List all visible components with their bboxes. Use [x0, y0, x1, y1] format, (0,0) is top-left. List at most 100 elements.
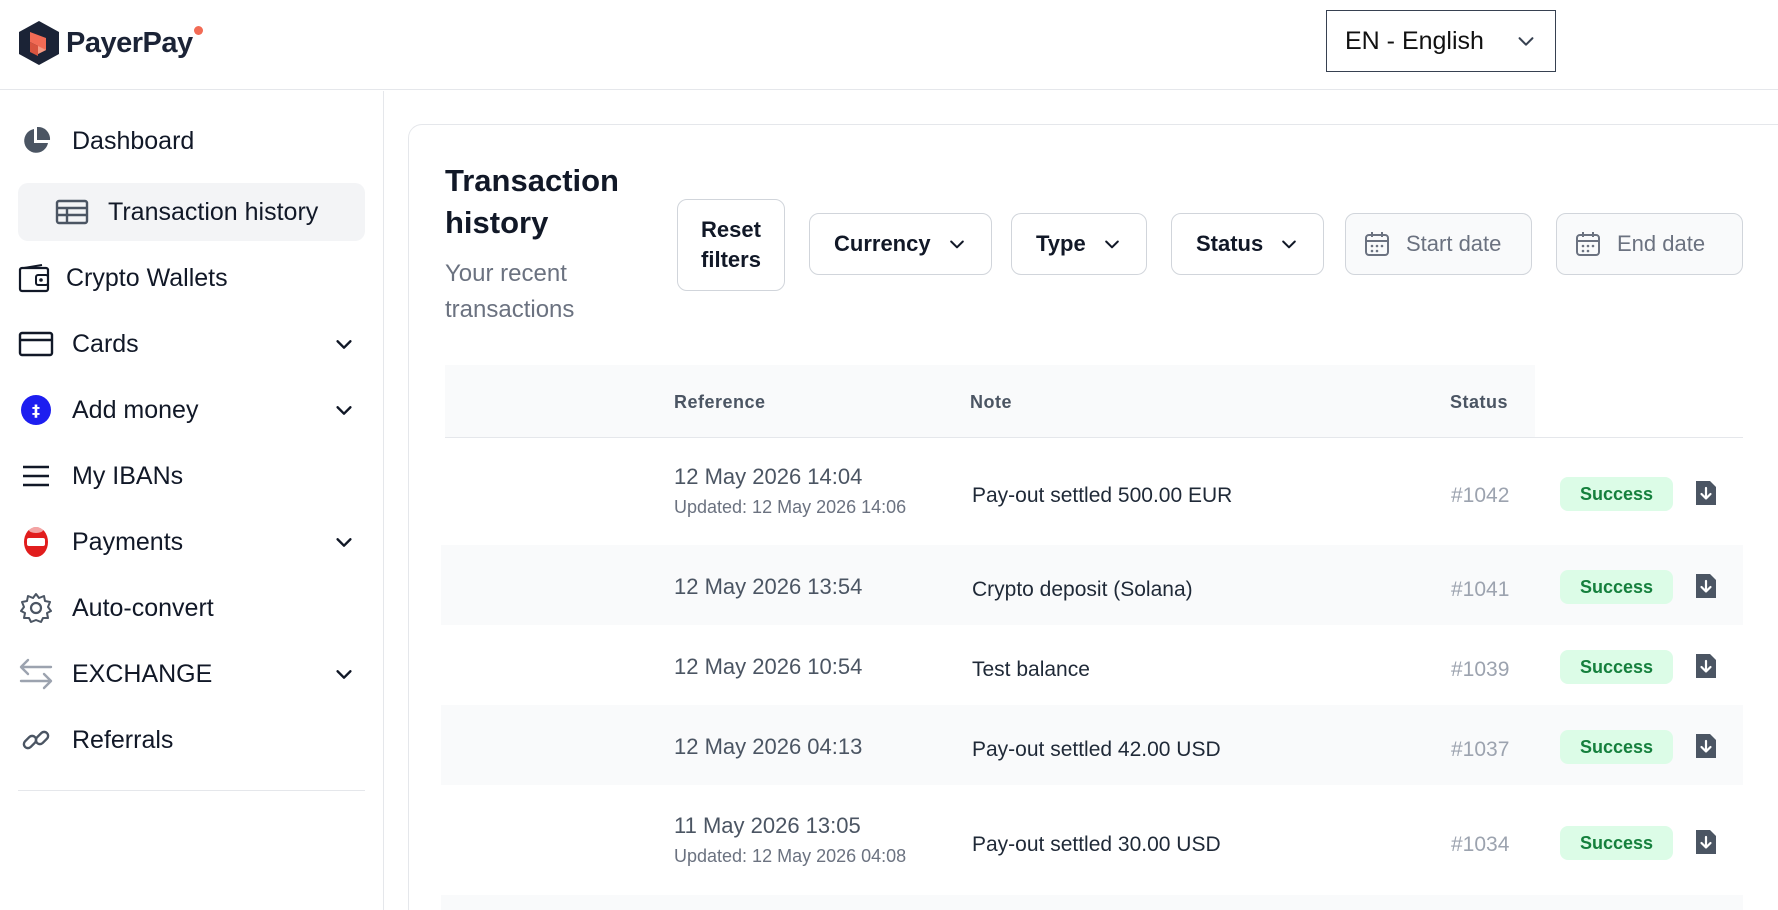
table-row[interactable]: 12 May 2026 13:54 Crypto deposit (Solana…	[441, 545, 1743, 625]
link-icon	[18, 722, 54, 758]
sidebar-item-payments[interactable]: Payments	[18, 513, 365, 571]
transaction-note: Pay-out settled 30.00 USD	[972, 833, 1221, 856]
download-icon[interactable]	[1694, 573, 1718, 599]
table-row[interactable]: 11 May 2026 13:05 Updated: 12 May 2026 0…	[441, 785, 1743, 895]
table-header-divider	[445, 437, 1743, 438]
sidebar-item-cards[interactable]: Cards	[18, 315, 365, 373]
sidebar-item-auto-convert[interactable]: Auto-convert	[18, 579, 365, 637]
language-select-value: EN - English	[1345, 26, 1484, 55]
chevron-down-icon	[1282, 240, 1297, 249]
chevron-down-icon[interactable]	[333, 399, 355, 421]
add-money-icon: ‡	[18, 392, 54, 428]
currency-filter-dropdown[interactable]: Currency	[809, 213, 992, 275]
brand-logo[interactable]: PayerPay	[18, 20, 203, 66]
chevron-down-icon[interactable]	[333, 663, 355, 685]
sidebar-item-crypto-wallets[interactable]: Crypto Wallets	[16, 249, 363, 307]
type-filter-dropdown[interactable]: Type	[1011, 213, 1147, 275]
currency-filter-label: Currency	[834, 231, 931, 256]
chevron-down-icon[interactable]	[333, 333, 355, 355]
card-icon	[18, 326, 54, 362]
sidebar-item-label: Transaction history	[108, 197, 319, 226]
status-badge: Success	[1560, 650, 1674, 684]
calendar-icon	[1576, 232, 1600, 256]
transaction-updated: Updated: 12 May 2026 14:06	[674, 497, 907, 517]
sidebar: Dashboard Transaction history Crypto Wal…	[0, 91, 384, 910]
sidebar-divider	[18, 790, 365, 791]
chevron-down-icon[interactable]	[333, 531, 355, 553]
sidebar-item-label: Cards	[72, 329, 139, 358]
table-icon	[54, 194, 90, 230]
transaction-reference: #1041	[1451, 578, 1510, 601]
transaction-date: 12 May 2026 13:54	[674, 574, 863, 599]
page-subtitle: Your recent transactions	[445, 260, 575, 323]
download-icon[interactable]	[1694, 480, 1718, 506]
transaction-reference: #1042	[1451, 484, 1510, 507]
type-filter-label: Type	[1036, 231, 1086, 256]
start-date-placeholder: Start date	[1406, 231, 1502, 256]
end-date-input[interactable]: End date	[1556, 213, 1743, 275]
table-row[interactable]: 12 May 2026 04:13 Pay-out settled 42.00 …	[441, 705, 1743, 785]
sidebar-item-label: Crypto Wallets	[66, 263, 228, 292]
svg-text:‡: ‡	[32, 401, 40, 420]
download-icon[interactable]	[1694, 733, 1718, 759]
transaction-note: Crypto deposit (Solana)	[972, 578, 1193, 601]
transaction-updated: Updated: 12 May 2026 04:08	[674, 846, 907, 866]
chevron-down-icon	[1104, 240, 1119, 249]
column-header-note[interactable]: Note	[970, 392, 1012, 413]
table-row[interactable]	[441, 895, 1743, 910]
sidebar-item-my-ibans[interactable]: My IBANs	[18, 447, 365, 505]
download-icon[interactable]	[1694, 829, 1718, 855]
reset-filters-button[interactable]: Reset filters	[677, 199, 785, 291]
status-filter-dropdown[interactable]: Status	[1171, 213, 1325, 275]
sidebar-item-label: Dashboard	[72, 126, 195, 155]
table-row[interactable]: 12 May 2026 14:04 Updated: 12 May 2026 1…	[441, 450, 1743, 544]
transaction-note: Test balance	[972, 658, 1090, 681]
end-date-placeholder: End date	[1617, 231, 1706, 256]
sidebar-item-dashboard[interactable]: Dashboard	[18, 112, 365, 170]
transaction-date: 12 May 2026 10:54	[674, 654, 863, 679]
sidebar-item-label: Payments	[72, 527, 184, 556]
transaction-reference: #1037	[1451, 738, 1510, 761]
payerpay-logo-icon	[19, 21, 59, 65]
sidebar-item-label: My IBANs	[72, 461, 184, 490]
brand-dot	[193, 26, 203, 35]
status-filter-label: Status	[1196, 231, 1264, 256]
column-header-status[interactable]: Status	[1450, 392, 1508, 413]
calendar-icon	[1365, 232, 1389, 256]
language-select[interactable]: EN - English	[1326, 10, 1556, 72]
start-date-input[interactable]: Start date	[1345, 213, 1532, 275]
top-bar: PayerPay EN - English	[0, 0, 1778, 90]
page-title: Transaction history	[445, 163, 619, 240]
transaction-date: 12 May 2026 04:13	[674, 734, 863, 759]
pie-chart-icon	[18, 123, 54, 159]
status-badge: Success	[1560, 570, 1674, 604]
payments-icon	[18, 524, 54, 560]
download-icon[interactable]	[1694, 653, 1718, 679]
chevron-down-icon	[949, 240, 964, 249]
exchange-arrows-icon	[18, 656, 54, 692]
status-badge: Success	[1560, 826, 1674, 860]
transaction-reference: #1034	[1451, 833, 1510, 856]
table-row[interactable]: 12 May 2026 10:54 Test balance #1039 Suc…	[441, 625, 1743, 705]
transaction-note: Pay-out settled 42.00 USD	[972, 738, 1221, 761]
menu-lines-icon	[18, 458, 54, 494]
chevron-down-icon	[1518, 37, 1534, 46]
wallet-icon	[16, 260, 52, 296]
sidebar-item-transaction-history[interactable]: Transaction history	[18, 183, 365, 241]
sidebar-item-add-money[interactable]: ‡ Add money	[18, 381, 365, 439]
sidebar-item-referrals[interactable]: Referrals	[18, 711, 365, 769]
transaction-note: Pay-out settled 500.00 EUR	[972, 484, 1233, 507]
status-badge: Success	[1560, 477, 1674, 511]
sidebar-item-label: EXCHANGE	[72, 659, 213, 688]
status-badge: Success	[1560, 730, 1674, 764]
gear-icon	[18, 590, 54, 626]
transaction-date: 12 May 2026 14:04	[674, 464, 863, 489]
column-header-reference[interactable]: Reference	[674, 392, 766, 413]
transaction-date: 11 May 2026 13:05	[674, 813, 861, 838]
sidebar-item-label: Auto-convert	[72, 593, 214, 622]
sidebar-item-label: Referrals	[72, 725, 174, 754]
sidebar-item-label: Add money	[72, 395, 199, 424]
brand-name: PayerPay	[66, 26, 193, 59]
transaction-reference: #1039	[1451, 658, 1510, 681]
sidebar-item-exchange[interactable]: EXCHANGE	[18, 645, 365, 703]
